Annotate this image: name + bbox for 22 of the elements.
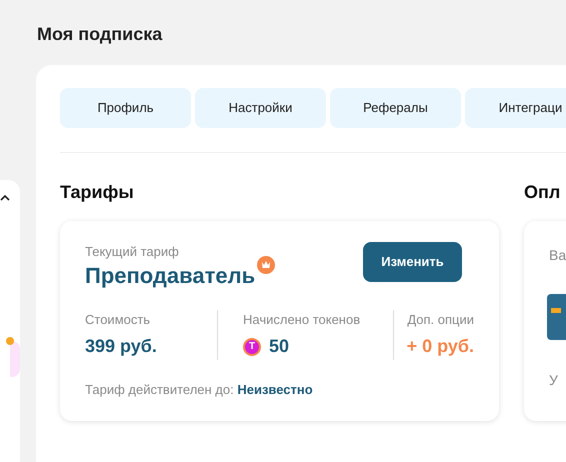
stat-label: Начислено токенов — [243, 310, 362, 328]
crown-icon — [257, 256, 276, 274]
tab[interactable]: Интеграци — [465, 88, 566, 128]
token-icon: T — [243, 338, 261, 356]
stat-label: Стоимость — [85, 310, 152, 328]
payment-label: Ва — [549, 246, 566, 265]
validity-text: Тариф действителен до: Неизвестно — [85, 380, 314, 399]
plan-name: Преподаватель — [85, 262, 256, 290]
stat-value: 399 руб. — [85, 335, 157, 358]
stat-label: Доп. опции — [407, 310, 474, 329]
section-heading: Опл — [524, 181, 562, 204]
tab[interactable]: Рефералы — [330, 88, 461, 128]
payment-note: У — [549, 371, 559, 390]
change-button[interactable]: Изменить — [363, 242, 462, 282]
stat-value: + 0 руб. — [406, 335, 474, 358]
page-title: Моя подписка — [37, 23, 162, 46]
chevron-up-icon[interactable] — [0, 194, 10, 201]
stat-value: 50 — [269, 335, 290, 358]
tab[interactable]: Профиль — [60, 88, 191, 128]
tab[interactable]: Настройки — [195, 88, 326, 128]
plan-label: Текущий тариф — [85, 243, 180, 261]
section-heading: Тарифы — [60, 181, 135, 204]
